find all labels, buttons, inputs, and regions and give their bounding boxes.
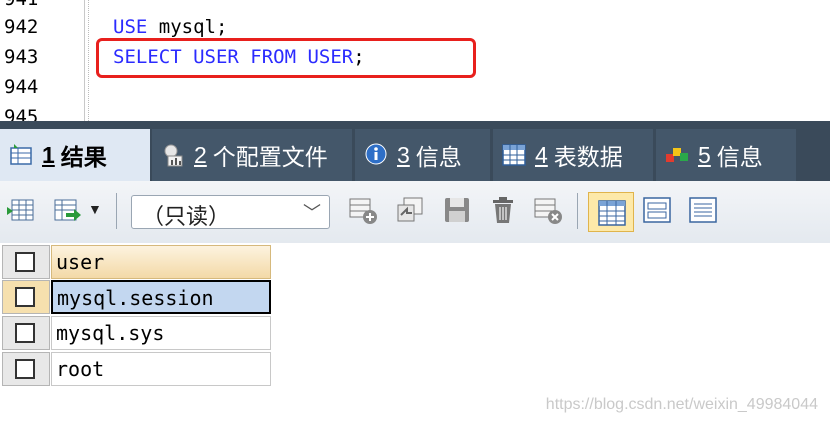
import-grid-icon[interactable] (52, 195, 82, 225)
toolbar-separator (116, 193, 117, 229)
table-row[interactable]: mysql.sys (2, 316, 272, 352)
tab-profiles[interactable]: 2 个配置文件 (152, 129, 352, 181)
line-number: 942 (4, 16, 39, 38)
grid-view-icon (598, 200, 626, 226)
grid-header-row: user (2, 245, 272, 281)
info-blocks-icon (666, 148, 688, 162)
form-view-icon[interactable] (642, 195, 672, 225)
line-number: 945 (4, 106, 39, 121)
duplicate-row-icon[interactable] (395, 195, 425, 225)
grid-view-toggle[interactable] (588, 192, 634, 232)
chevron-down-icon: ﹀ (303, 203, 321, 223)
text-view-icon[interactable] (688, 195, 718, 225)
tab-number: 3 (397, 141, 410, 168)
tab-number: 4 (535, 141, 548, 168)
tab-results[interactable]: 1 结果 (0, 129, 150, 181)
tab-label: 表数据 (553, 144, 623, 170)
checkbox[interactable] (15, 359, 35, 379)
cancel-changes-icon[interactable] (533, 195, 563, 225)
line-number: 944 (4, 76, 39, 98)
annotation-highlight-box (96, 38, 476, 78)
tab-info[interactable]: 3 信息 (355, 129, 490, 181)
sql-text: mysql; (147, 16, 228, 38)
tab-number: 5 (698, 141, 711, 168)
tab-number: 1 (42, 141, 55, 168)
checkbox[interactable] (15, 323, 35, 343)
toolbar-separator (577, 193, 578, 229)
sql-editor[interactable]: 941 942 943 944 945 USE mysql; SELECT US… (0, 0, 830, 121)
table-cell[interactable]: mysql.session (51, 280, 271, 314)
row-selector[interactable] (2, 316, 50, 350)
table-row[interactable]: mysql.session (2, 280, 272, 316)
result-grid[interactable]: user mysql.session mysql.sys root https:… (0, 243, 830, 424)
result-grid-icon (10, 144, 32, 165)
table-cell[interactable]: mysql.sys (51, 316, 271, 350)
table-row[interactable]: root (2, 352, 272, 388)
add-row-icon[interactable] (348, 195, 378, 225)
tab-label: 信息 (716, 144, 763, 170)
mode-select-value: （只读） (142, 204, 231, 229)
checkbox[interactable] (15, 287, 35, 307)
tab-table-data[interactable]: 4 表数据 (493, 129, 653, 181)
export-grid-icon[interactable] (6, 195, 36, 225)
info-icon (365, 143, 387, 165)
row-selector[interactable] (2, 352, 50, 386)
read-only-mode-select[interactable]: （只读） ﹀ (131, 195, 330, 229)
checkbox[interactable] (15, 252, 35, 272)
dropdown-arrow-icon[interactable]: ▼ (88, 201, 102, 217)
select-all-cell[interactable] (2, 245, 50, 279)
line-number: 943 (4, 46, 39, 68)
line-number-gutter: 941 942 943 944 945 (0, 0, 89, 121)
profile-icon (164, 144, 183, 167)
column-header-user[interactable]: user (51, 245, 271, 279)
tab-info-2[interactable]: 5 信息 (656, 129, 796, 181)
table-data-icon (502, 144, 526, 166)
watermark-text: https://blog.csdn.net/weixin_49984044 (545, 396, 818, 413)
row-selector[interactable] (2, 280, 50, 314)
tab-number: 2 (194, 141, 207, 168)
result-toolbar: ▼ （只读） ﹀ (0, 181, 830, 244)
tab-label: 结果 (60, 144, 107, 170)
tab-label: 个配置文件 (212, 144, 328, 170)
sql-keyword: USE (113, 16, 148, 38)
tab-label: 信息 (415, 144, 462, 170)
result-tab-bar: 1 结果 2 个配置文件 3 信息 4 表数据 5 信息 (0, 121, 830, 181)
table-cell[interactable]: root (51, 352, 271, 386)
save-icon[interactable] (442, 195, 472, 225)
delete-icon[interactable] (488, 195, 518, 225)
